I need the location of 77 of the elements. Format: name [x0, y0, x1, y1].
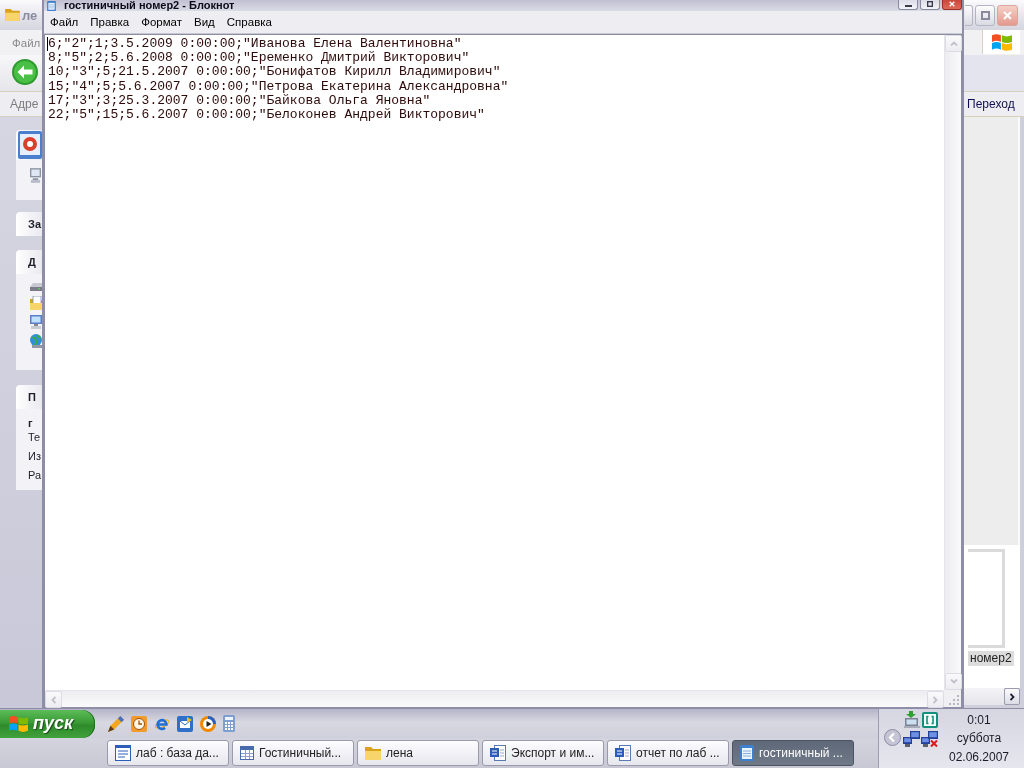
play-icon[interactable] [200, 715, 216, 732]
window-icon [115, 745, 131, 761]
taskbar-button[interactable]: лена [357, 740, 479, 766]
arrow-right-icon [1009, 692, 1015, 701]
folder-icon [365, 746, 381, 760]
minimize-button[interactable] [898, 0, 918, 10]
network-error-icon[interactable] [921, 730, 938, 747]
clock-icon[interactable] [131, 715, 147, 732]
taskbar-button[interactable]: Гостиничный... [232, 740, 354, 766]
clock-day: суббота [956, 729, 1002, 748]
detail-text: Из [28, 449, 42, 463]
minimize-icon [904, 5, 912, 7]
text-line: 10;"3";5;21.5.2007 0:00:00;"Бонифатов Кирилл Владимирович" [48, 65, 501, 80]
resize-grip-icon[interactable] [949, 695, 959, 705]
arrow-right-icon [933, 695, 938, 704]
close-button[interactable] [942, 0, 962, 10]
scroll-right-button[interactable] [1004, 688, 1020, 705]
scroll-left-button[interactable] [45, 691, 62, 708]
file-label[interactable]: номер2 [968, 651, 1014, 666]
go-button[interactable]: Переход [967, 97, 1015, 111]
detail-text: Ра [28, 468, 42, 482]
back-arrow-icon[interactable] [12, 59, 38, 85]
flag-icon [991, 33, 1012, 51]
text-line: 15;"4";5;5.6.2007 0:00:00;"Петрова Екатерина Александровна" [48, 79, 509, 94]
start-button[interactable]: пуск [0, 709, 95, 738]
arrow-left-icon [51, 695, 56, 704]
panel-header[interactable]: Д [16, 250, 42, 274]
taskbar-button[interactable]: лаб : база да... [107, 740, 229, 766]
file-name: г [28, 416, 34, 430]
text-cursor-icon [47, 37, 48, 51]
notepad-icon [740, 745, 754, 761]
drive-icon[interactable] [30, 283, 42, 291]
text-line: 6;"2";1;3.5.2009 0:00:00;"Иванова Елена Валентиновна" [48, 37, 462, 51]
brackets-icon[interactable] [921, 711, 938, 728]
taskbar-button[interactable]: Экспорт и им... [482, 740, 604, 766]
network-icon[interactable] [903, 730, 920, 747]
folder-icon [5, 9, 20, 21]
maximize-icon [980, 10, 990, 20]
file-thumbnail[interactable] [968, 549, 1005, 648]
taskbar-button[interactable]: гостиничный ... [732, 740, 854, 766]
close-icon [1003, 10, 1012, 20]
text-line: 8;"5";2;5.6.2008 0:00:00;"Еременко Дмитрий Викторович" [48, 51, 470, 66]
computer-icon[interactable] [30, 315, 42, 329]
chevron-left-icon [884, 729, 901, 746]
folder-icon[interactable] [30, 296, 42, 310]
panel-header[interactable]: За [16, 212, 42, 236]
menu-item[interactable]: Вид [188, 14, 221, 30]
scroll-up-button[interactable] [945, 35, 962, 52]
maximize-button[interactable] [920, 0, 940, 10]
detail-text: Те [28, 430, 42, 444]
calculator-icon[interactable] [223, 715, 235, 732]
table-icon [240, 746, 254, 760]
clock-date: 02.06.2007 [948, 748, 1010, 766]
notepad-icon [47, 0, 56, 11]
menu-item[interactable]: Файл [44, 14, 85, 30]
window-title: гостиничный номер2 - Блокнот [64, 0, 235, 11]
clock-time: 0:01 [967, 711, 991, 729]
maximize-icon [927, 1, 933, 7]
scroll-down-button[interactable] [945, 673, 962, 690]
address-label: Адре [10, 97, 39, 111]
document-icon [490, 745, 506, 761]
menu-item[interactable]: Правка [84, 14, 136, 30]
panel-header[interactable]: П [16, 385, 42, 409]
text-line: 22;"5";15;5.6.2007 0:00:00;"Белоконев Андрей Викторович" [48, 108, 485, 123]
arrow-down-icon [949, 679, 958, 684]
flag-icon [9, 715, 28, 732]
document-icon [615, 745, 631, 761]
menu-item[interactable]: Справка [220, 14, 278, 30]
close-icon [949, 1, 955, 7]
globe-icon[interactable] [30, 334, 42, 348]
mail-icon[interactable] [177, 715, 193, 732]
pencil-icon[interactable] [108, 715, 124, 732]
text-line: 17;"3";3;25.3.2007 0:00:00;"Байкова Ольга Яновна" [48, 93, 431, 108]
arrow-up-icon [949, 41, 958, 46]
taskbar-button[interactable]: отчет по лаб ... [607, 740, 729, 766]
window-title: ле [22, 7, 38, 23]
menu-item[interactable]: Формат [135, 14, 188, 30]
